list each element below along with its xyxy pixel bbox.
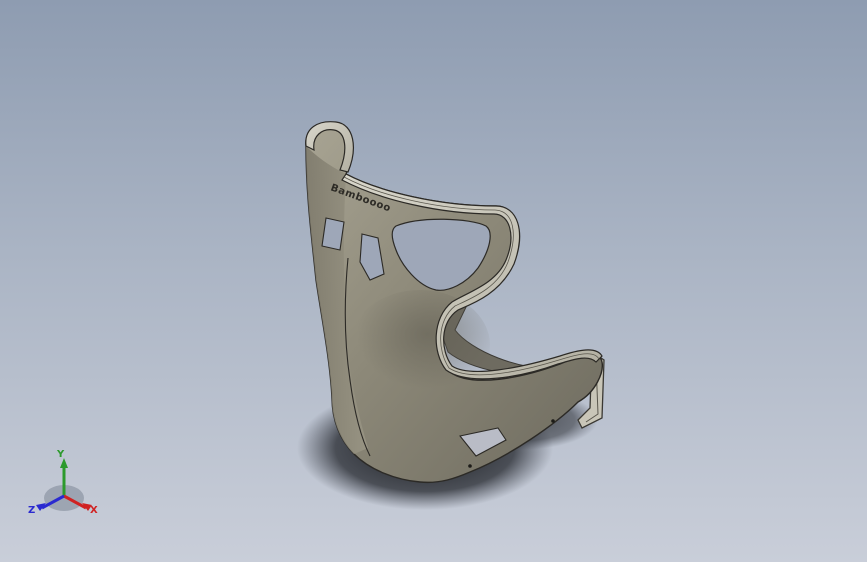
mount-hole — [551, 419, 555, 423]
x-axis-label: X — [90, 505, 98, 516]
mount-hole — [468, 464, 472, 468]
z-axis-label: Z — [28, 505, 36, 516]
lumbar-shading — [350, 290, 490, 400]
cad-viewport[interactable]: Bamboooo Y Z X — [0, 0, 867, 562]
view-orientation-triad[interactable]: Y Z X — [24, 448, 108, 528]
seat-model[interactable]: Bamboooo — [0, 0, 867, 562]
triad-axes — [36, 458, 92, 511]
harness-slot-left — [321, 217, 345, 251]
y-axis-label: Y — [57, 449, 65, 460]
